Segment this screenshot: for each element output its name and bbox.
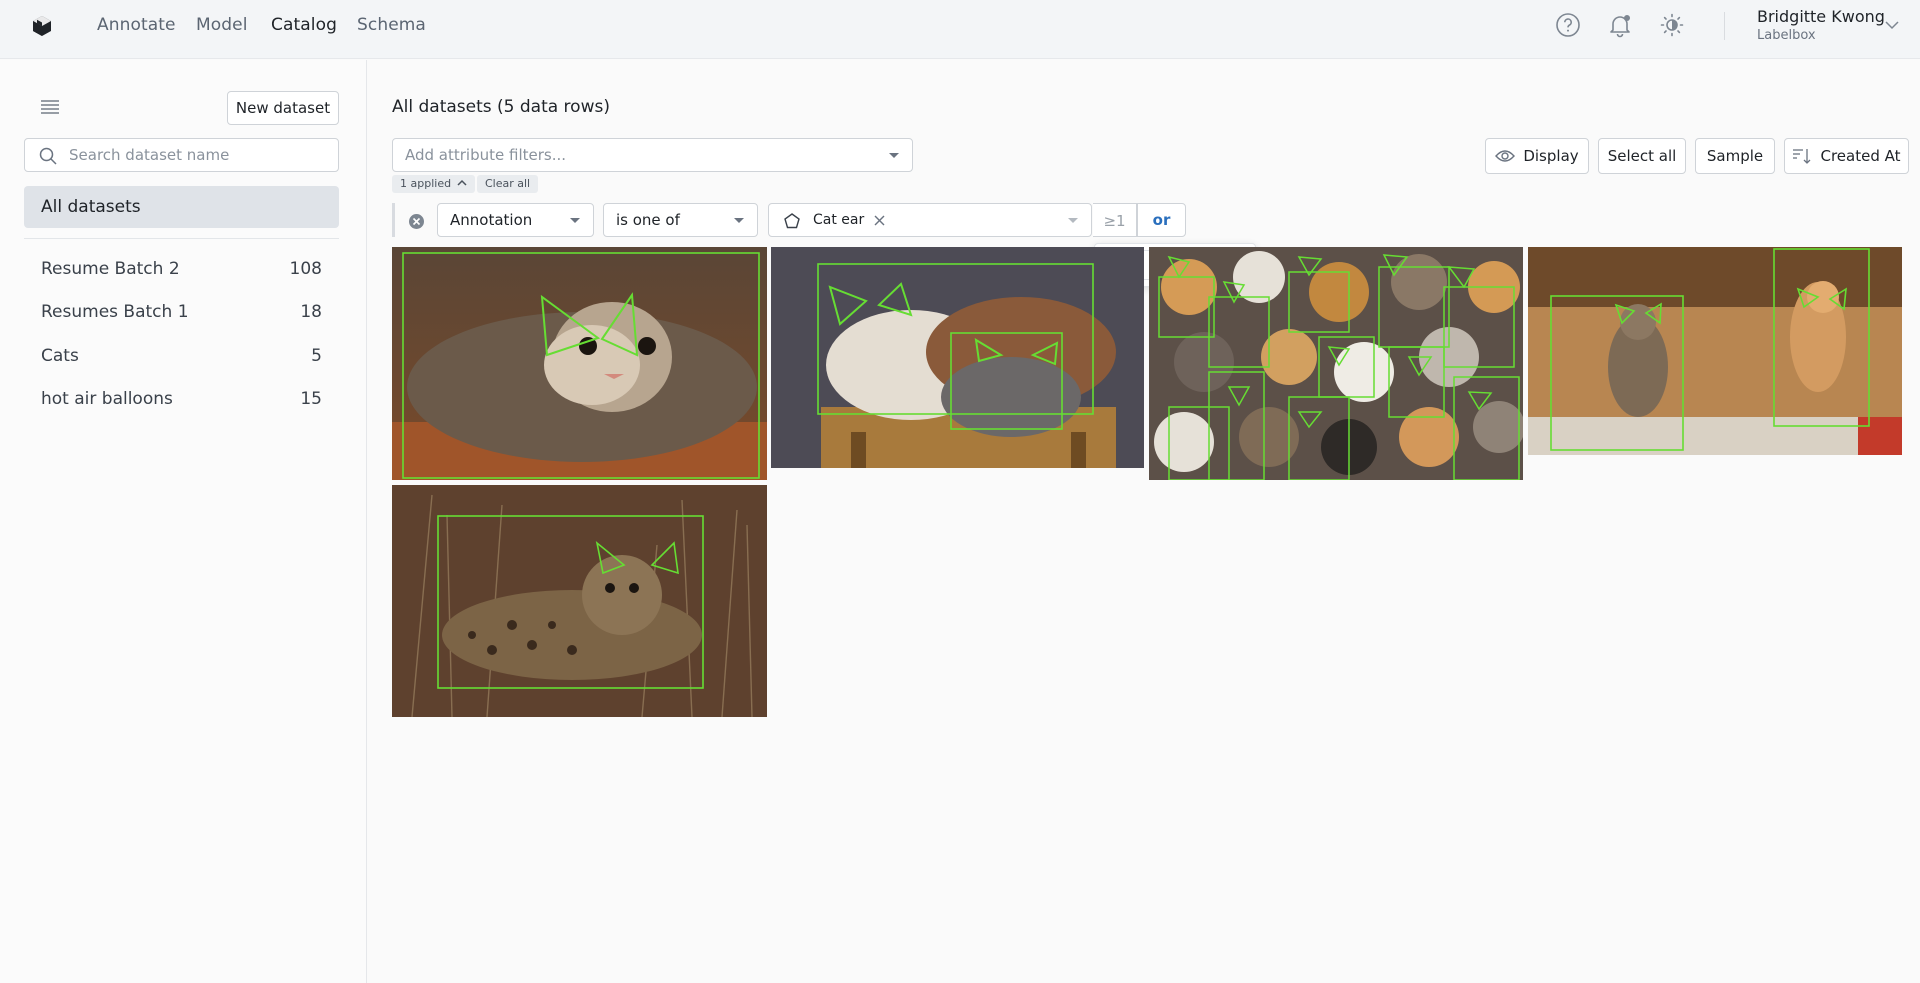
cat-collage-image [1149, 247, 1523, 480]
data-row-thumbnail[interactable] [1528, 247, 1902, 455]
dataset-name: Cats [41, 346, 79, 366]
caret-down-icon [570, 218, 580, 223]
dataset-name: hot air balloons [41, 389, 173, 409]
hamburger-menu-icon[interactable] [40, 98, 60, 116]
data-row-thumbnail[interactable] [771, 247, 1144, 468]
cat-image [392, 247, 767, 480]
dataset-name: Resumes Batch 1 [41, 302, 189, 322]
theme-toggle-icon[interactable] [1659, 12, 1685, 38]
class-tag-label: Cat ear [813, 212, 865, 228]
or-button[interactable]: or [1137, 203, 1186, 237]
top-navigation-bar: Annotate Model Catalog Schema Bridgitte … [0, 0, 1920, 59]
help-icon[interactable] [1555, 12, 1581, 38]
dataset-list-item[interactable]: Cats 5 [24, 338, 339, 374]
filter-field-value: Annotation [450, 211, 533, 229]
dataset-list-item[interactable]: Resumes Batch 1 18 [24, 294, 339, 330]
eye-icon [1495, 150, 1516, 162]
attribute-filter-box[interactable] [392, 138, 913, 172]
attribute-filter-input[interactable] [405, 146, 865, 164]
chevron-down-icon[interactable] [1884, 17, 1900, 33]
topbar-divider [1724, 12, 1725, 40]
nav-catalog[interactable]: Catalog [271, 15, 337, 35]
nav-model[interactable]: Model [196, 15, 248, 35]
sample-button[interactable]: Sample [1695, 138, 1775, 174]
annotation-count-button[interactable]: ≥1 [1093, 203, 1137, 237]
filter-operator-select[interactable]: is one of [603, 203, 758, 237]
applied-filters-label: 1 applied [400, 177, 452, 190]
nav-annotate[interactable]: Annotate [97, 15, 176, 35]
data-row-thumbnail[interactable] [392, 247, 767, 480]
caret-down-icon [889, 153, 899, 158]
caret-down-icon [1068, 218, 1078, 223]
search-icon [39, 147, 57, 165]
filter-class-select[interactable]: Cat ear [768, 203, 1092, 237]
filter-field-select[interactable]: Annotation [437, 203, 594, 237]
notification-bell-icon[interactable] [1607, 12, 1633, 38]
dataset-count: 18 [300, 302, 322, 322]
dataset-count: 15 [300, 389, 322, 409]
dataset-list-item[interactable]: Resume Batch 2 108 [24, 251, 339, 287]
sort-icon [1793, 149, 1811, 164]
page-title: All datasets (5 data rows) [392, 97, 610, 117]
cat-image [392, 485, 767, 717]
caret-down-icon [734, 218, 744, 223]
applied-filters-chip[interactable]: 1 applied [392, 175, 475, 193]
dataset-sidebar: New dataset All datasets Resume Batch 2 … [0, 60, 367, 983]
data-row-thumbnail[interactable] [392, 485, 767, 717]
display-button[interactable]: Display [1485, 138, 1589, 174]
clear-all-button[interactable]: Clear all [477, 175, 539, 193]
labelbox-logo-icon[interactable] [30, 14, 54, 38]
polygon-class-icon [784, 213, 800, 229]
select-all-button[interactable]: Select all [1598, 138, 1686, 174]
sort-button[interactable]: Created At [1784, 138, 1909, 174]
dataset-search-box [24, 138, 339, 172]
dataset-name: Resume Batch 2 [41, 259, 180, 279]
cat-image [771, 247, 1144, 468]
dataset-count: 108 [289, 259, 322, 279]
clear-filter-icon[interactable] [408, 213, 425, 230]
sort-label: Created At [1820, 147, 1901, 165]
sidebar-divider [24, 238, 339, 239]
dataset-list-item[interactable]: hot air balloons 15 [24, 381, 339, 417]
filter-row-indicator [392, 203, 395, 237]
new-dataset-button[interactable]: New dataset [227, 91, 339, 125]
sidebar-item-all-datasets[interactable]: All datasets [24, 186, 339, 228]
dataset-search-input[interactable] [69, 145, 329, 165]
remove-tag-icon[interactable] [873, 214, 886, 227]
dataset-count: 5 [311, 346, 322, 366]
chevron-up-icon [457, 179, 467, 186]
cat-image [1528, 247, 1902, 455]
display-label: Display [1523, 147, 1579, 165]
nav-schema[interactable]: Schema [357, 15, 426, 35]
filter-operator-value: is one of [616, 211, 680, 229]
user-name[interactable]: Bridgitte Kwong [1757, 7, 1885, 26]
user-organization: Labelbox [1757, 28, 1816, 43]
data-row-thumbnail[interactable] [1149, 247, 1523, 480]
